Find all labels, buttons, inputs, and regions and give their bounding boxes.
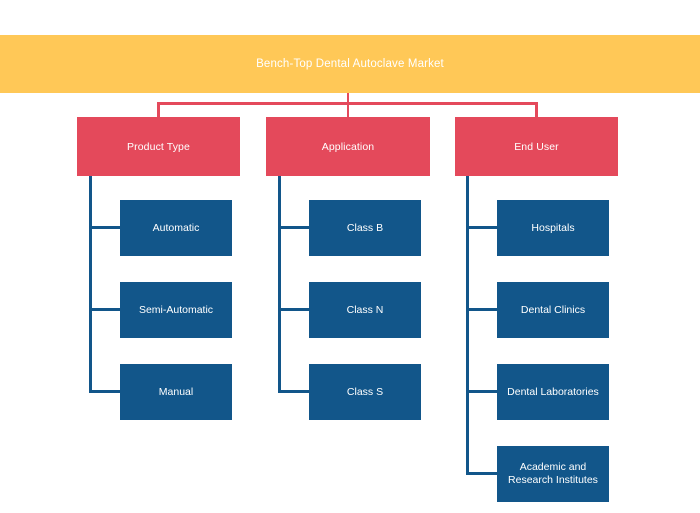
leaf-label: Semi-Automatic xyxy=(138,303,214,316)
category-label: End User xyxy=(514,140,559,153)
root-node-banner: Bench-Top Dental Autoclave Market xyxy=(0,35,700,93)
leaf-label: Dental Laboratories xyxy=(507,385,599,398)
root-node-label: Bench-Top Dental Autoclave Market xyxy=(256,58,444,70)
connector-arm xyxy=(466,390,497,393)
connector-arm xyxy=(89,308,120,311)
category-label: Product Type xyxy=(127,140,190,153)
leaf-box-dental-laboratories[interactable]: Dental Laboratories xyxy=(497,364,609,420)
connector-arm xyxy=(278,226,309,229)
connector-trunk-application xyxy=(278,176,281,392)
leaf-box-hospitals[interactable]: Hospitals xyxy=(497,200,609,256)
leaf-box-automatic[interactable]: Automatic xyxy=(120,200,232,256)
leaf-label: Automatic xyxy=(152,221,200,234)
category-box-product-type[interactable]: Product Type xyxy=(77,117,240,176)
leaf-label: Class S xyxy=(346,385,384,398)
connector-drop-end-user xyxy=(535,102,538,118)
connector-arm xyxy=(466,472,497,475)
leaf-label: Manual xyxy=(158,385,194,398)
connector-drop-application xyxy=(347,102,349,118)
leaf-label: Academic and Research Institutes xyxy=(508,461,598,486)
connector-arm xyxy=(466,226,497,229)
category-box-end-user[interactable]: End User xyxy=(455,117,618,176)
leaf-box-manual[interactable]: Manual xyxy=(120,364,232,420)
leaf-label: Class N xyxy=(346,303,384,316)
connector-trunk-product-type xyxy=(89,176,92,392)
connector-arm xyxy=(278,390,309,393)
connector-arm xyxy=(278,308,309,311)
leaf-box-semi-automatic[interactable]: Semi-Automatic xyxy=(120,282,232,338)
connector-arm xyxy=(466,308,497,311)
category-label: Application xyxy=(321,140,375,153)
connector-trunk-end-user xyxy=(466,176,469,474)
connector-arm xyxy=(89,390,120,393)
connector-arm xyxy=(89,226,120,229)
leaf-label: Hospitals xyxy=(531,221,575,234)
leaf-box-class-s[interactable]: Class S xyxy=(309,364,421,420)
leaf-box-dental-clinics[interactable]: Dental Clinics xyxy=(497,282,609,338)
market-segmentation-diagram: Bench-Top Dental Autoclave Market Produc… xyxy=(0,0,700,513)
leaf-box-academic-and-research-institutes[interactable]: Academic and Research Institutes xyxy=(497,446,609,502)
connector-drop-product-type xyxy=(157,102,160,118)
leaf-box-class-b[interactable]: Class B xyxy=(309,200,421,256)
category-box-application[interactable]: Application xyxy=(266,117,430,176)
leaf-label: Dental Clinics xyxy=(520,303,586,316)
leaf-box-class-n[interactable]: Class N xyxy=(309,282,421,338)
leaf-label: Class B xyxy=(346,221,384,234)
